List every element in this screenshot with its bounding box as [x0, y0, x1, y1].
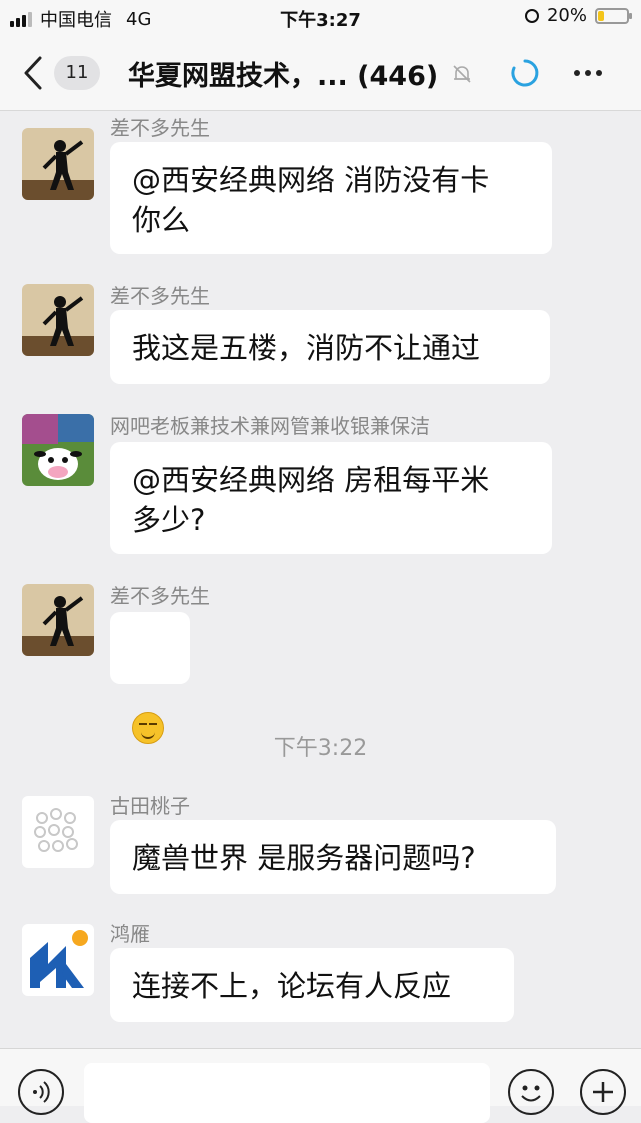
cow-toy-avatar[interactable] [22, 414, 94, 486]
message-bubble[interactable]: 我这是五楼，消防不让通过 [110, 310, 550, 384]
battery-percent: 20% [546, 5, 587, 26]
chat-title[interactable]: 华夏网盟技术，... (446) [128, 54, 438, 93]
message-bubble[interactable] [110, 612, 190, 744]
status-right: 20% [524, 5, 632, 26]
battery-icon [595, 7, 632, 24]
plus-icon [593, 1082, 613, 1102]
sender-name: 网吧老板兼技术兼网管兼收银兼保洁 [110, 414, 430, 438]
alarm-icon [524, 8, 539, 23]
sender-name: 鸿雁 [110, 922, 150, 946]
more-dots-icon [574, 70, 580, 76]
blue-logo-avatar[interactable] [22, 924, 94, 996]
pattern-avatar[interactable] [22, 796, 94, 868]
sender-name: 差不多先生 [110, 284, 210, 308]
silhouette-avatar[interactable] [22, 584, 94, 656]
chat-header: 11 华夏网盟技术，... (446) [0, 36, 641, 111]
emoji-button[interactable] [508, 1069, 554, 1115]
message-bubble[interactable]: @西安经典网络 消防没有卡 你么 [110, 142, 552, 254]
time-divider: 下午3:22 [273, 736, 368, 761]
voice-button[interactable] [18, 1069, 64, 1115]
message-input[interactable] [84, 1063, 490, 1123]
bell-muted-icon [453, 65, 471, 83]
message-bubble[interactable]: @西安经典网络 房租每平米 多少? [110, 442, 552, 554]
silhouette-avatar[interactable] [22, 128, 94, 200]
unread-count-badge[interactable]: 11 [54, 56, 100, 90]
loading-spinner-icon [511, 59, 539, 87]
voice-icon [33, 1081, 50, 1103]
status-bar: 中国电信 4G 下午3:27 20% [0, 0, 641, 36]
sender-name: 差不多先生 [110, 584, 210, 608]
back-button[interactable] [22, 54, 52, 92]
message-bubble[interactable]: 连接不上，论坛有人反应 [110, 948, 514, 1022]
sender-name: 差不多先生 [110, 116, 210, 140]
plus-button[interactable] [580, 1069, 626, 1115]
silhouette-avatar[interactable] [22, 284, 94, 356]
message-bubble[interactable]: 魔兽世界 是服务器问题吗? [110, 820, 556, 894]
sender-name: 古田桃子 [110, 794, 190, 818]
chevron-left-icon [24, 56, 42, 90]
more-button[interactable] [574, 58, 610, 88]
input-bar [0, 1048, 641, 1123]
emoji-icon [521, 1085, 541, 1102]
